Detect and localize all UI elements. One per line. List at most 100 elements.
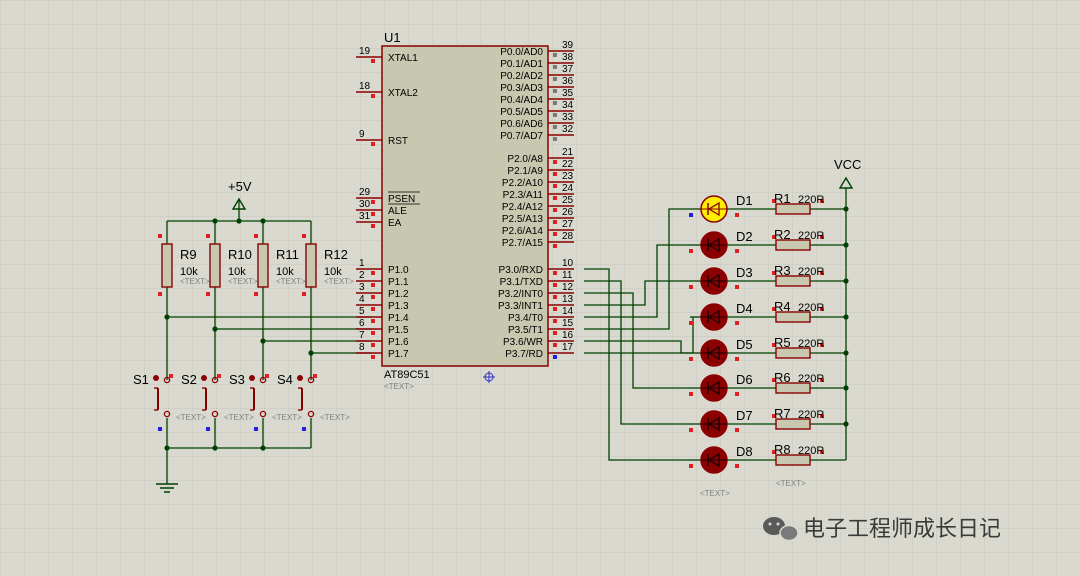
resistor-value: 220R bbox=[798, 230, 824, 242]
led-ref: D2 bbox=[736, 229, 753, 244]
led-ref: D4 bbox=[736, 301, 753, 316]
pin-marker bbox=[265, 374, 269, 378]
pin-label: P2.7/A15 bbox=[502, 238, 544, 249]
pin-number: 34 bbox=[562, 100, 574, 111]
resistor-ref: R7 bbox=[774, 406, 791, 421]
resistor-ref: R2 bbox=[774, 227, 791, 242]
pin-label: P0.6/AD6 bbox=[500, 119, 543, 130]
pin-marker bbox=[206, 292, 210, 296]
pin-marker bbox=[735, 357, 739, 361]
resistor-ref: R1 bbox=[774, 191, 791, 206]
pin-label: P1.1 bbox=[388, 277, 409, 288]
pin-label: P3.0/RXD bbox=[499, 265, 543, 276]
pin-number: 2 bbox=[359, 270, 365, 281]
pin-number: 29 bbox=[359, 187, 371, 198]
switch-ref: S2 bbox=[181, 372, 197, 387]
switch-placeholder: <TEXT> bbox=[320, 413, 350, 422]
resistor-body bbox=[257, 243, 269, 288]
resistor-body bbox=[305, 243, 317, 288]
pin-label: P3.2/INT0 bbox=[498, 289, 543, 300]
led-ref: D7 bbox=[736, 408, 753, 423]
pin-label: P3.7/RD bbox=[505, 349, 543, 360]
pin-label: P3.3/INT1 bbox=[498, 301, 543, 312]
pin-marker bbox=[371, 212, 375, 216]
pin-label: P0.4/AD4 bbox=[500, 95, 543, 106]
led-ref: D3 bbox=[736, 265, 753, 280]
vcc-label: VCC bbox=[834, 157, 861, 172]
resistor-ref: R10 bbox=[228, 247, 252, 262]
pin-marker bbox=[735, 392, 739, 396]
switch-placeholder: <TEXT> bbox=[176, 413, 206, 422]
switch-placeholder: <TEXT> bbox=[224, 413, 254, 422]
pin-marker bbox=[735, 321, 739, 325]
pin-marker bbox=[689, 357, 693, 361]
pin-label: P2.4/A12 bbox=[502, 202, 544, 213]
resistor-body bbox=[209, 243, 221, 288]
resistor-value: 220R bbox=[798, 194, 824, 206]
pin-marker bbox=[371, 295, 375, 299]
pin-number: 15 bbox=[562, 318, 574, 329]
resistor-placeholder: <TEXT> bbox=[228, 277, 258, 286]
pin-label: P1.4 bbox=[388, 313, 409, 324]
pin-number: 33 bbox=[562, 112, 574, 123]
res-placeholder: <TEXT> bbox=[776, 479, 806, 488]
pin-number: 30 bbox=[359, 199, 371, 210]
pin-marker bbox=[553, 172, 557, 176]
resistor-body bbox=[161, 243, 173, 288]
pin-label: P2.2/A10 bbox=[502, 178, 544, 189]
pin-marker bbox=[553, 244, 557, 248]
pin-number: 14 bbox=[562, 306, 574, 317]
pin-marker bbox=[302, 427, 306, 431]
pin-marker bbox=[302, 234, 306, 238]
pin-label: P2.3/A11 bbox=[503, 190, 544, 201]
pin-marker bbox=[735, 464, 739, 468]
pin-number: 3 bbox=[359, 282, 365, 293]
pin-label: P0.7/AD7 bbox=[500, 131, 543, 142]
led-ref: D1 bbox=[736, 193, 753, 208]
pin-number: 28 bbox=[562, 231, 574, 242]
resistor-placeholder: <TEXT> bbox=[324, 277, 354, 286]
pin-label: PSEN bbox=[388, 194, 415, 205]
pin-number: 18 bbox=[359, 81, 371, 92]
pin-label: P3.4/T0 bbox=[508, 313, 543, 324]
pin-marker bbox=[735, 249, 739, 253]
pin-number: 10 bbox=[562, 258, 574, 269]
led-ref: D5 bbox=[736, 337, 753, 352]
pin-label: P3.5/T1 bbox=[508, 325, 543, 336]
pin-number: 8 bbox=[359, 342, 365, 353]
pin-marker bbox=[371, 59, 375, 63]
resistor-placeholder: <TEXT> bbox=[276, 277, 306, 286]
mcu-u1[interactable]: U1 AT89C51 <TEXT> 19XTAL118XTAL29RST29PS… bbox=[356, 30, 574, 391]
pin-number: 5 bbox=[359, 306, 365, 317]
pin-number: 6 bbox=[359, 318, 365, 329]
pin-marker bbox=[371, 283, 375, 287]
pin-marker bbox=[553, 343, 557, 347]
pin-number: 24 bbox=[562, 183, 574, 194]
pin-marker bbox=[553, 307, 557, 311]
switch-knob-icon bbox=[249, 375, 255, 381]
pin-label: P2.1/A9 bbox=[507, 166, 543, 177]
led-placeholder: <TEXT> bbox=[700, 489, 730, 498]
pin-label: P3.1/TXD bbox=[500, 277, 543, 288]
pin-label: EA bbox=[388, 218, 402, 229]
pin-number: 17 bbox=[562, 342, 574, 353]
pin-marker bbox=[735, 428, 739, 432]
pin-marker bbox=[158, 427, 162, 431]
pin-marker bbox=[553, 196, 557, 200]
pin-number: 9 bbox=[359, 129, 365, 140]
pin-marker bbox=[302, 292, 306, 296]
resistor-ref: R6 bbox=[774, 370, 791, 385]
watermark-text: 电子工程师成长日记 bbox=[803, 517, 1001, 542]
pin-label: P0.5/AD5 bbox=[500, 107, 543, 118]
pin-number: 27 bbox=[562, 219, 574, 230]
pin-marker bbox=[553, 65, 557, 69]
pin-label: RST bbox=[388, 136, 408, 147]
pin-marker bbox=[689, 321, 693, 325]
resistor-value: 220R bbox=[798, 302, 824, 314]
pin-label: P2.0/A8 bbox=[507, 154, 543, 165]
pin-marker bbox=[371, 319, 375, 323]
pin-marker bbox=[371, 94, 375, 98]
pin-marker bbox=[158, 234, 162, 238]
pin-number: 21 bbox=[562, 147, 574, 158]
pin-marker bbox=[553, 184, 557, 188]
